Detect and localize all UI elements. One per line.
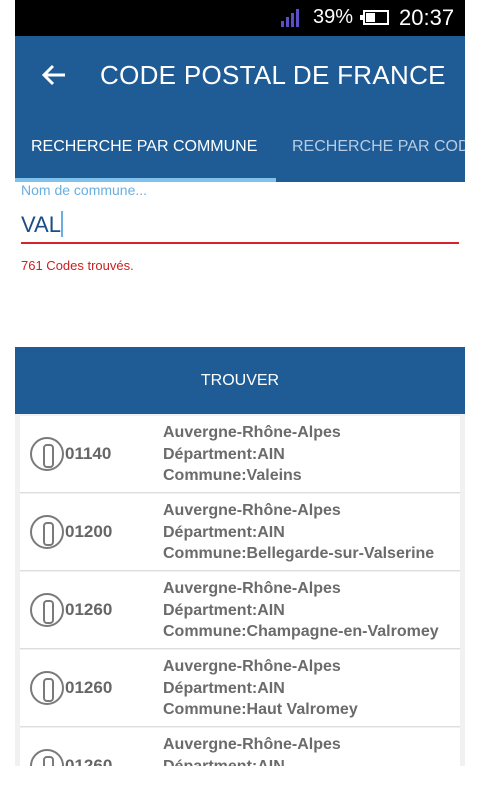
- back-arrow-icon[interactable]: [41, 63, 67, 87]
- list-item[interactable]: 01260 Auvergne-Rhône-Alpes Départment:AI…: [20, 572, 460, 649]
- list-item[interactable]: 01140 Auvergne-Rhône-Alpes Départment:AI…: [20, 416, 460, 493]
- battery-icon: [360, 10, 389, 25]
- postal-code: 01260: [65, 678, 113, 697]
- status-bar: 39% 20:37: [15, 0, 465, 36]
- item-details: Auvergne-Rhône-Alpes Départment:AIN Comm…: [163, 578, 439, 643]
- list-item[interactable]: 01260 Auvergne-Rhône-Alpes Départment:AI…: [20, 650, 460, 727]
- commune: Commune:Haut Valromey: [163, 701, 358, 718]
- list-item[interactable]: 01260 Auvergne-Rhône-Alpes Départment:AI…: [20, 728, 460, 766]
- postal-code: 01260: [65, 756, 113, 766]
- info-icon[interactable]: [30, 749, 64, 766]
- departement: Départment:AIN: [163, 601, 285, 619]
- postal-code: 01140: [65, 444, 112, 463]
- departement: Départment:AIN: [163, 445, 285, 463]
- commune: Commune:Valeins: [163, 467, 302, 484]
- item-details: Auvergne-Rhône-Alpes Départment:AIN: [163, 734, 341, 766]
- clock: 20:37: [399, 5, 455, 30]
- tab-recherche-commune[interactable]: RECHERCHE PAR COMMUNE: [31, 138, 257, 156]
- region: Auvergne-Rhône-Alpes: [163, 736, 341, 753]
- signal-icon: [281, 9, 303, 27]
- info-icon[interactable]: [30, 671, 64, 705]
- battery-percent: 39%: [313, 6, 354, 28]
- app-screen: 39% 20:37 CODE POSTAL DE FRANCE RECHERCH…: [15, 0, 465, 800]
- region: Auvergne-Rhône-Alpes: [163, 424, 341, 441]
- result-count: 761 Codes trouvés.: [21, 258, 134, 273]
- commune: Commune:Champagne-en-Valromey: [163, 623, 439, 640]
- info-icon[interactable]: [30, 437, 64, 471]
- app-bar: CODE POSTAL DE FRANCE RECHERCHE PAR COMM…: [15, 36, 465, 182]
- commune-input[interactable]: VAL: [21, 211, 63, 238]
- item-details: Auvergne-Rhône-Alpes Départment:AIN Comm…: [163, 656, 358, 721]
- region: Auvergne-Rhône-Alpes: [163, 502, 341, 519]
- departement: Départment:AIN: [163, 757, 285, 767]
- info-icon[interactable]: [30, 515, 64, 549]
- region: Auvergne-Rhône-Alpes: [163, 658, 341, 675]
- list-item[interactable]: 01200 Auvergne-Rhône-Alpes Départment:AI…: [20, 494, 460, 571]
- list-bottom-edge: [15, 766, 465, 800]
- postal-code: 01200: [65, 522, 113, 541]
- text-cursor: [60, 211, 63, 237]
- input-underline: [21, 242, 459, 244]
- postal-code: 01260: [65, 600, 113, 619]
- results-list[interactable]: 01140 Auvergne-Rhône-Alpes Départment:AI…: [15, 414, 465, 766]
- info-icon[interactable]: [30, 593, 64, 627]
- item-details: Auvergne-Rhône-Alpes Départment:AIN Comm…: [163, 500, 434, 565]
- commune-field-label: Nom de commune...: [21, 182, 148, 198]
- commune: Commune:Bellegarde-sur-Valserine: [163, 545, 435, 562]
- tab-recherche-code[interactable]: RECHERCHE PAR CODE: [292, 138, 465, 156]
- departement: Départment:AIN: [163, 679, 285, 697]
- page-title: CODE POSTAL DE FRANCE: [100, 60, 446, 90]
- trouver-button[interactable]: TROUVER: [15, 347, 465, 414]
- departement: Départment:AIN: [163, 523, 285, 541]
- item-details: Auvergne-Rhône-Alpes Départment:AIN Comm…: [163, 422, 341, 487]
- region: Auvergne-Rhône-Alpes: [163, 580, 341, 597]
- commune-input-value[interactable]: VAL: [21, 212, 61, 237]
